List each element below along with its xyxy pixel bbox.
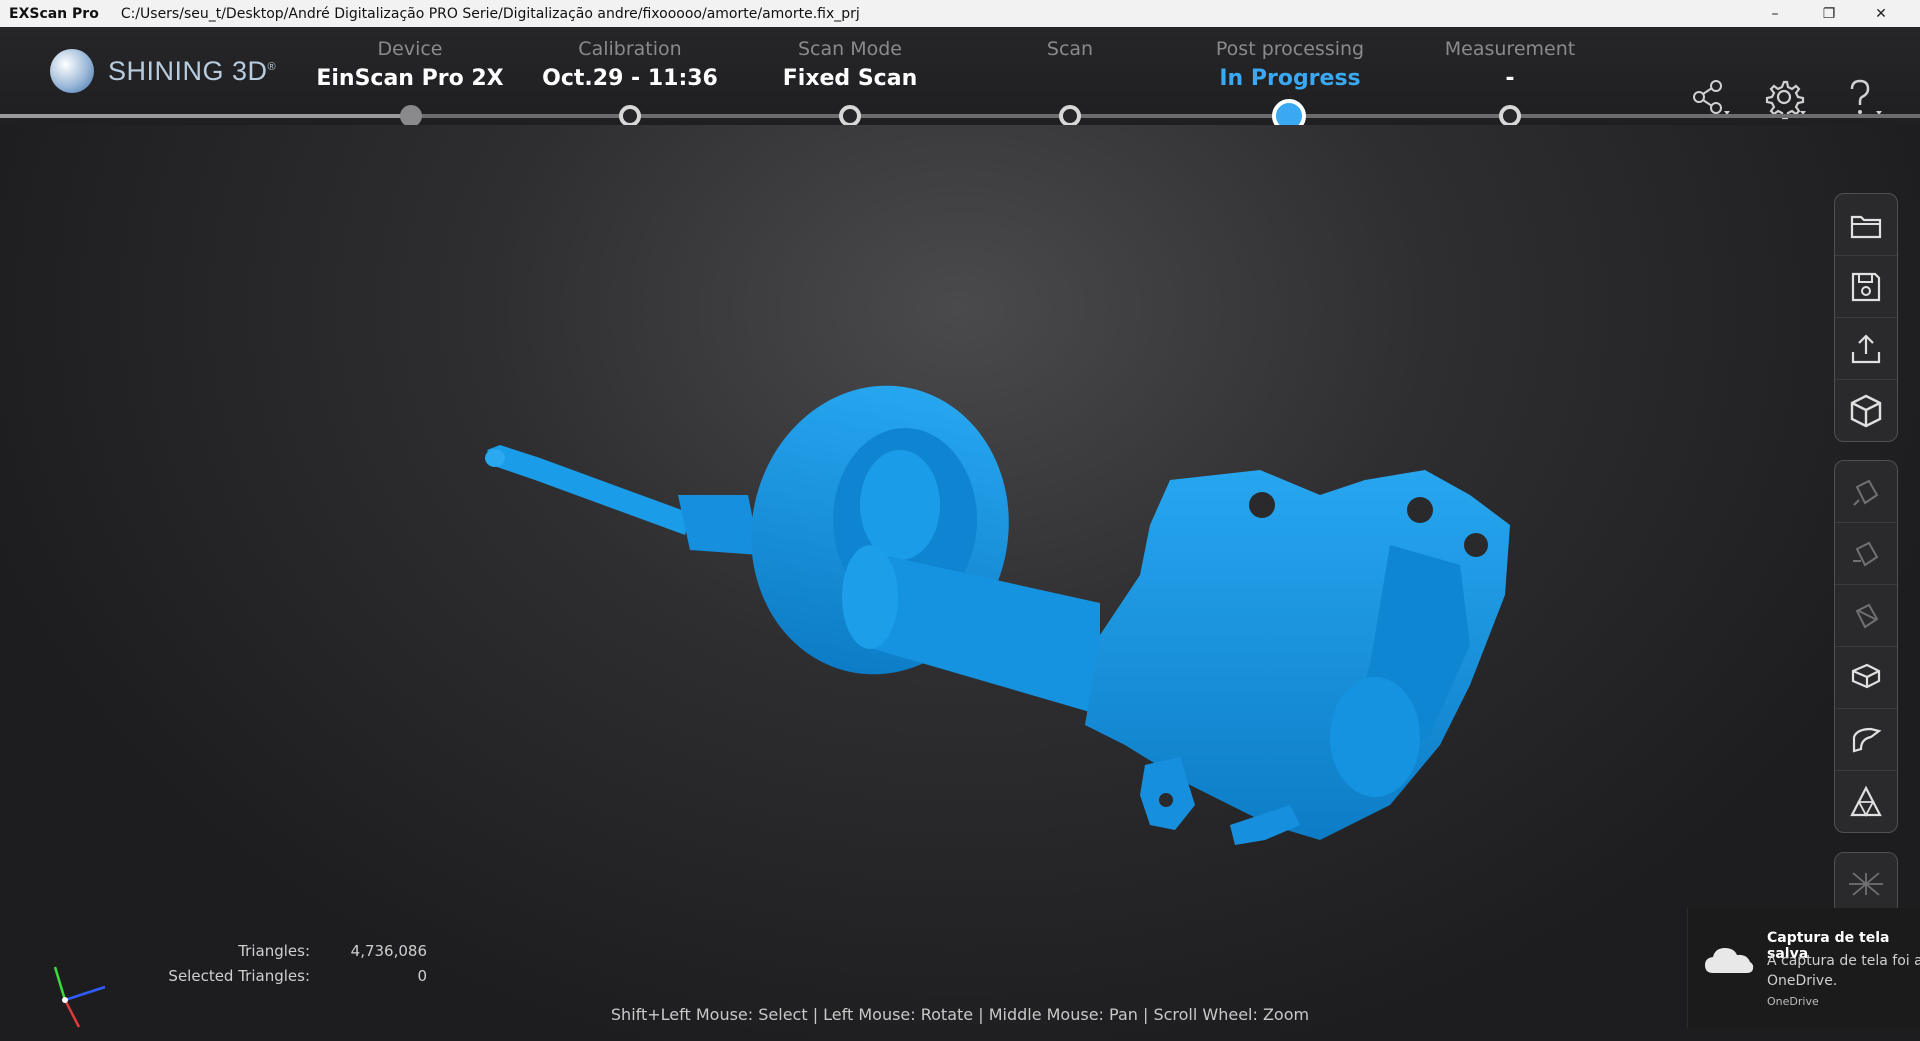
step-measurement[interactable]: Measurement - (1390, 27, 1630, 91)
spring-seat-cup (860, 450, 940, 560)
save-icon (1851, 272, 1881, 301)
step-value: Fixed Scan (782, 66, 918, 91)
step-scan-mode[interactable]: Scan Mode Fixed Scan (730, 27, 970, 91)
selected-triangles-label: Selected Triangles: (168, 966, 310, 985)
fill-holes-icon (1851, 663, 1881, 688)
step-value: Oct.29 - 11:36 (542, 66, 718, 91)
node-device[interactable] (400, 105, 422, 127)
rod-seal (678, 495, 760, 555)
edit-toolbar (1834, 460, 1898, 833)
node-calibration[interactable] (619, 105, 641, 127)
open-folder-icon (1850, 215, 1882, 238)
simplify-icon (1850, 785, 1882, 817)
workflow-progress-line (0, 114, 1920, 118)
file-toolbar (1834, 193, 1898, 442)
workflow-header: SHINING 3D® Device EinScan Pro 2X Calibr… (0, 27, 1920, 133)
select-tool-icon (1853, 479, 1879, 506)
step-value: In Progress (1219, 66, 1361, 91)
step-value: - (1505, 66, 1515, 91)
3d-viewport[interactable]: Triangles: 4,736,086 Selected Triangles:… (0, 125, 1920, 1041)
smooth-icon (1852, 727, 1882, 752)
minimize-button[interactable]: – (1752, 0, 1798, 27)
mouse-hint: Shift+Left Mouse: Select | Left Mouse: R… (610, 1005, 1310, 1024)
project-path: C:/Users/seu_t/Desktop/André Digitalizaç… (120, 5, 860, 22)
step-calibration[interactable]: Calibration Oct.29 - 11:36 (510, 27, 750, 91)
shining3d-logo: SHINING 3D® (50, 49, 276, 93)
deselect-tool-icon (1853, 541, 1879, 566)
onedrive-cloud-icon (1705, 948, 1754, 973)
smooth-button[interactable] (1835, 709, 1897, 771)
step-post-processing[interactable]: Post processing In Progress (1170, 27, 1410, 91)
step-label: Calibration (578, 38, 682, 60)
bracket-boss (1330, 677, 1420, 797)
invert-selection-button[interactable] (1835, 585, 1897, 647)
step-value: EinScan Pro 2X (316, 66, 504, 91)
step-scan[interactable]: Scan (950, 27, 1190, 66)
tube-end (842, 545, 898, 649)
mesh-toolbar (1834, 852, 1898, 915)
bracket-hole (1464, 533, 1488, 557)
export-button[interactable] (1835, 318, 1897, 380)
mesh-stats: Triangles: 4,736,086 Selected Triangles:… (150, 938, 427, 988)
rod-tip (485, 449, 505, 467)
save-button[interactable] (1835, 256, 1897, 318)
bracket-hole (1407, 497, 1433, 523)
step-label: Post processing (1215, 38, 1365, 60)
select-tool-button[interactable] (1835, 461, 1897, 523)
restore-button[interactable]: ❐ (1806, 0, 1852, 27)
step-label: Device (377, 38, 443, 60)
mesh-tool-button[interactable] (1835, 853, 1897, 914)
tab-hole (1159, 793, 1173, 807)
model-cube-icon (1850, 394, 1882, 427)
triangles-row: Triangles: 4,736,086 (150, 938, 427, 963)
toast-source: OneDrive (1767, 995, 1819, 1008)
mesh-icon (1849, 871, 1883, 896)
triangles-value: 4,736,086 (350, 941, 427, 960)
node-measurement[interactable] (1499, 105, 1521, 127)
node-scan-mode[interactable] (839, 105, 861, 127)
onedrive-toast[interactable]: Captura de tela salva A captura de tela … (1687, 908, 1920, 1028)
deselect-tool-button[interactable] (1835, 523, 1897, 585)
step-label: Measurement (1444, 38, 1576, 60)
open-folder-button[interactable] (1835, 194, 1897, 256)
selected-triangles-row: Selected Triangles: 0 (150, 963, 427, 988)
selected-triangles-value: 0 (417, 966, 427, 985)
fill-holes-button[interactable] (1835, 647, 1897, 709)
step-label: Scan (1046, 38, 1094, 60)
window-titlebar: EXScan Pro C:/Users/seu_t/Desktop/André … (0, 0, 1920, 27)
close-button[interactable]: ✕ (1858, 0, 1904, 27)
invert-selection-icon (1855, 603, 1879, 628)
app-name: EXScan Pro (9, 5, 99, 22)
piston-rod (487, 445, 690, 535)
logo-icon (50, 49, 94, 93)
node-scan[interactable] (1059, 105, 1081, 127)
triangles-label: Triangles: (238, 941, 310, 960)
simplify-button[interactable] (1835, 771, 1897, 832)
bracket-hole (1249, 492, 1275, 518)
progress-done-segment (0, 114, 410, 118)
shock-absorber-model[interactable] (0, 125, 1920, 1041)
model-view-button[interactable] (1835, 380, 1897, 441)
toast-message: A captura de tela foi ad OneDrive. (1767, 953, 1920, 989)
export-icon (1851, 333, 1881, 363)
step-device[interactable]: Device EinScan Pro 2X (290, 27, 530, 91)
logo-text: SHINING 3D® (108, 55, 277, 86)
step-label: Scan Mode (798, 38, 902, 60)
